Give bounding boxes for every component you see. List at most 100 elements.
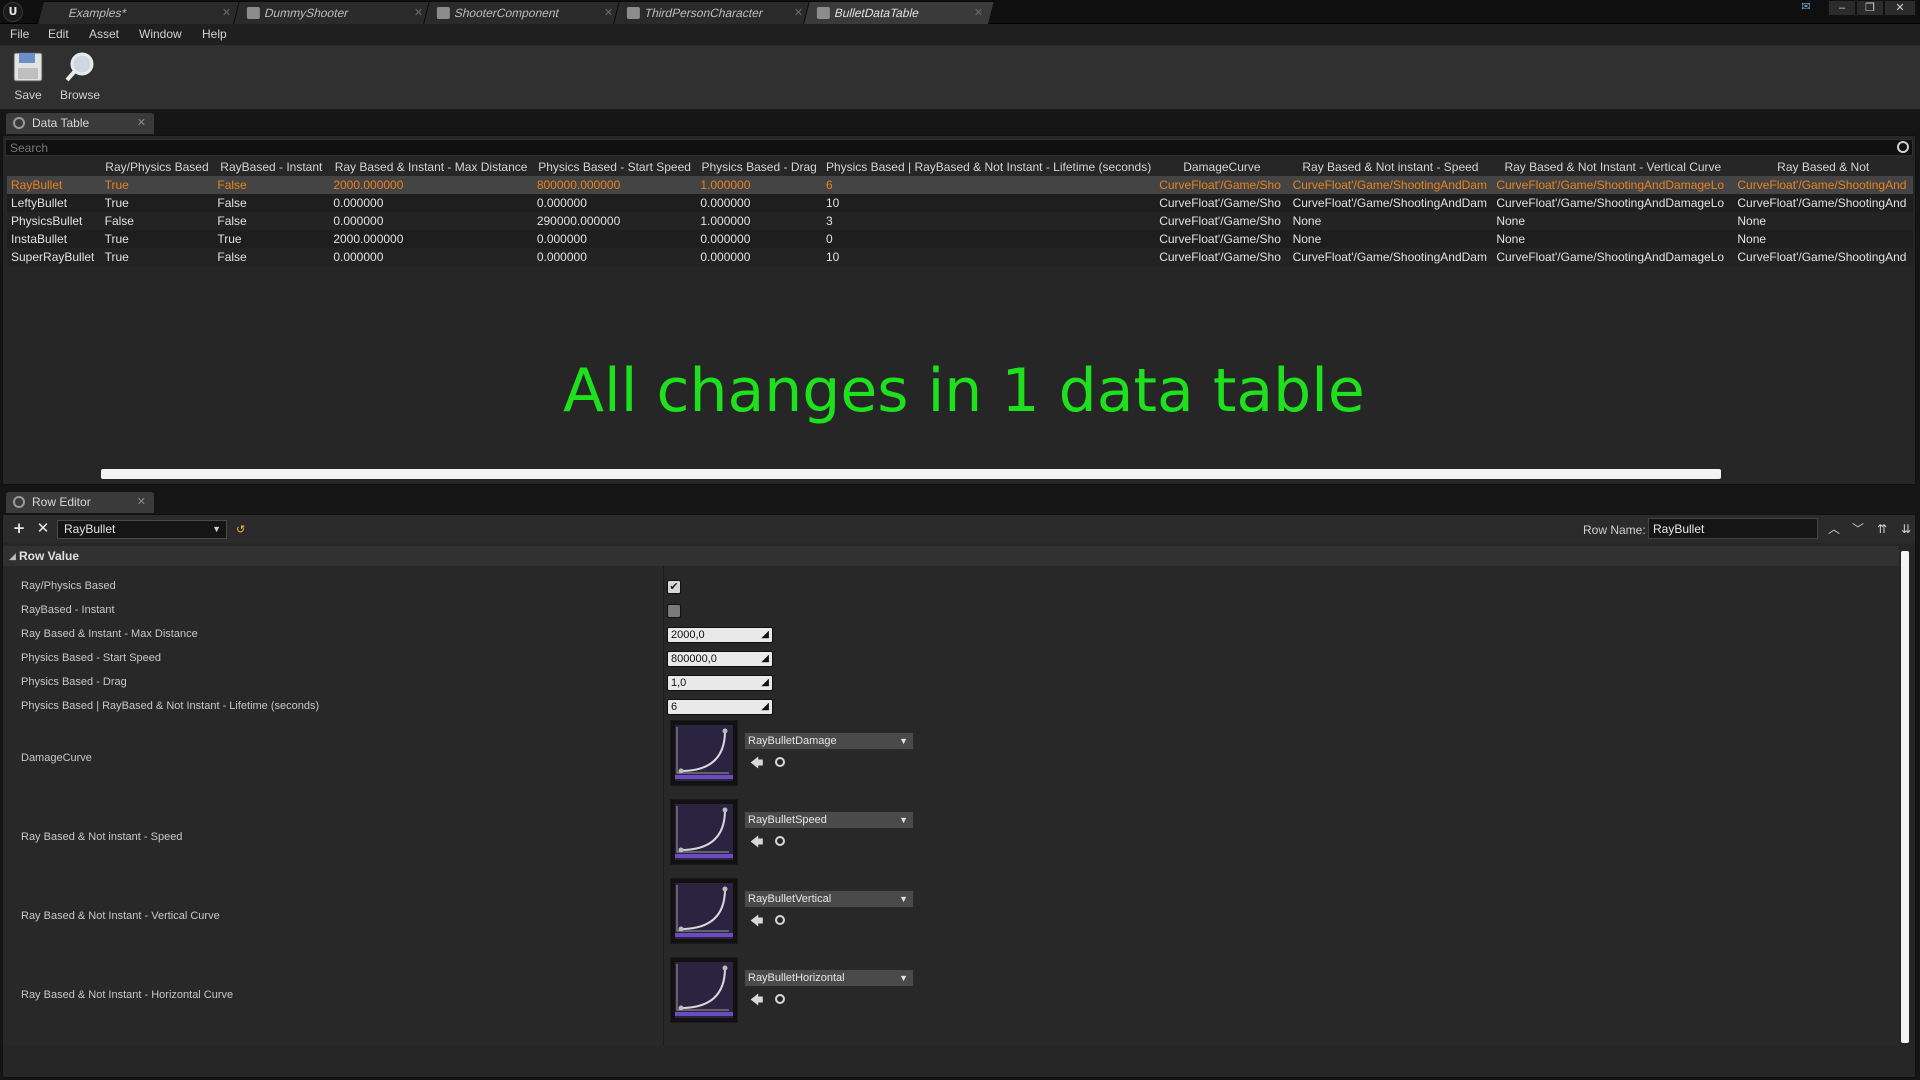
table-cell[interactable]: False bbox=[100, 212, 214, 230]
table-cell[interactable]: CurveFloat'/Game/ShootingAnd bbox=[1733, 248, 1913, 266]
menu-window[interactable]: Window bbox=[139, 27, 182, 41]
search-input[interactable] bbox=[10, 140, 1880, 155]
table-cell[interactable]: True bbox=[100, 176, 214, 194]
minimize-button[interactable]: – bbox=[1828, 0, 1856, 16]
menu-file[interactable]: File bbox=[10, 27, 29, 41]
doc-tab-dummyshooter[interactable]: DummyShooter ✕ bbox=[233, 1, 435, 24]
row-select-dropdown[interactable]: RayBullet ▼ bbox=[57, 520, 227, 539]
column-header[interactable]: Physics Based - Drag bbox=[696, 158, 822, 176]
table-cell[interactable]: None bbox=[1288, 230, 1493, 248]
add-row-icon[interactable]: + bbox=[11, 520, 27, 536]
table-cell[interactable]: 2000.000000 bbox=[329, 176, 533, 194]
row-name-column-header[interactable] bbox=[7, 158, 101, 176]
restore-button[interactable]: ❐ bbox=[1856, 0, 1884, 16]
menu-edit[interactable]: Edit bbox=[48, 27, 69, 41]
use-selected-arrow-icon[interactable]: 🡄 bbox=[750, 912, 763, 934]
table-cell[interactable]: False bbox=[213, 248, 330, 266]
table-row[interactable]: SuperRayBullet True False 0.000000 0.000000 0… bbox=[7, 248, 1913, 266]
close-icon[interactable]: ✕ bbox=[414, 2, 423, 24]
row-name-cell[interactable]: PhysicsBullet bbox=[7, 212, 101, 230]
spin-icon[interactable]: ◢ bbox=[761, 676, 769, 690]
column-header[interactable]: Ray Based & Not Instant - Vertical Curve bbox=[1492, 158, 1734, 176]
browse-search-icon[interactable] bbox=[775, 915, 785, 925]
close-icon[interactable]: ✕ bbox=[604, 2, 613, 24]
table-cell[interactable]: 10 bbox=[821, 248, 1156, 266]
table-cell[interactable]: 0.000000 bbox=[532, 230, 697, 248]
browse-search-icon[interactable] bbox=[775, 757, 785, 767]
table-cell[interactable]: 1.000000 bbox=[696, 212, 822, 230]
close-icon[interactable]: ✕ bbox=[137, 492, 146, 512]
table-cell[interactable]: False bbox=[213, 194, 330, 212]
table-cell[interactable]: 0.000000 bbox=[696, 194, 822, 212]
table-cell[interactable]: 0.000000 bbox=[696, 230, 822, 248]
table-row[interactable]: PhysicsBullet False False 0.000000 290000.00… bbox=[7, 212, 1913, 230]
table-cell[interactable]: True bbox=[100, 248, 214, 266]
column-header[interactable]: Ray/Physics Based bbox=[100, 158, 214, 176]
table-cell[interactable]: CurveFloat'/Game/Sho bbox=[1155, 230, 1289, 248]
curve-thumbnail[interactable] bbox=[670, 878, 738, 944]
table-row[interactable]: RayBullet True False 2000.000000 800000.0000… bbox=[7, 176, 1913, 194]
table-cell[interactable]: CurveFloat'/Game/ShootingAndDamageLo bbox=[1492, 176, 1734, 194]
save-button[interactable]: Save bbox=[4, 48, 52, 106]
use-selected-arrow-icon[interactable]: 🡄 bbox=[750, 991, 763, 1013]
table-cell[interactable]: CurveFloat'/Game/ShootingAnd bbox=[1733, 176, 1913, 194]
table-cell[interactable]: None bbox=[1492, 230, 1734, 248]
column-header[interactable]: Ray Based & Not instant - Speed bbox=[1288, 158, 1493, 176]
start-speed-field[interactable]: 800000,0 ◢ bbox=[667, 651, 773, 667]
unreal-logo-icon[interactable]: U bbox=[3, 2, 23, 22]
row-name-input[interactable] bbox=[1648, 518, 1818, 539]
table-cell[interactable]: 1.000000 bbox=[696, 176, 822, 194]
table-cell[interactable]: 0.000000 bbox=[696, 248, 822, 266]
spin-icon[interactable]: ◢ bbox=[761, 652, 769, 666]
table-row[interactable]: LeftyBullet True False 0.000000 0.000000 0.00… bbox=[7, 194, 1913, 212]
table-cell[interactable]: True bbox=[213, 230, 330, 248]
reset-icon[interactable]: ↺ bbox=[236, 523, 245, 536]
row-name-cell[interactable]: RayBullet bbox=[7, 176, 101, 194]
double-chevron-down-icon[interactable]: ⇊ bbox=[1898, 521, 1914, 537]
table-cell[interactable]: CurveFloat'/Game/Sho bbox=[1155, 248, 1289, 266]
curve-thumbnail[interactable] bbox=[670, 799, 738, 865]
vertical-curve-asset-picker[interactable]: RayBulletVertical ▼ bbox=[744, 890, 914, 908]
horizontal-scrollbar[interactable] bbox=[101, 469, 1721, 479]
table-cell[interactable]: 10 bbox=[821, 194, 1156, 212]
menu-help[interactable]: Help bbox=[202, 27, 227, 41]
table-cell[interactable]: CurveFloat'/Game/Sho bbox=[1155, 194, 1289, 212]
tab-row-editor[interactable]: Row Editor ✕ bbox=[6, 492, 154, 513]
close-icon[interactable]: ✕ bbox=[794, 2, 803, 24]
doc-tab-examples[interactable]: Examples* ✕ bbox=[37, 1, 243, 24]
column-divider[interactable] bbox=[663, 566, 664, 1046]
table-cell[interactable]: CurveFloat'/Game/Sho bbox=[1155, 212, 1289, 230]
damage-curve-asset-picker[interactable]: RayBulletDamage ▼ bbox=[744, 732, 914, 750]
column-header[interactable]: Ray Based & Not bbox=[1733, 158, 1913, 176]
table-row[interactable]: InstaBullet True True 2000.000000 0.000000 0.… bbox=[7, 230, 1913, 248]
column-header[interactable]: Physics Based - Start Speed bbox=[532, 158, 697, 176]
close-icon[interactable]: ✕ bbox=[974, 2, 983, 24]
drag-field[interactable]: 1,0 ◢ bbox=[667, 675, 773, 691]
spin-icon[interactable]: ◢ bbox=[761, 700, 769, 714]
table-cell[interactable]: CurveFloat'/Game/ShootingAndDamageLo bbox=[1492, 194, 1734, 212]
table-cell[interactable]: 0.000000 bbox=[329, 212, 533, 230]
chevron-down-icon[interactable]: ﹀ bbox=[1850, 521, 1866, 537]
menu-asset[interactable]: Asset bbox=[89, 27, 119, 41]
column-header[interactable]: Ray Based & Instant - Max Distance bbox=[329, 158, 533, 176]
max-distance-field[interactable]: 2000,0 ◢ bbox=[667, 627, 773, 643]
use-selected-arrow-icon[interactable]: 🡄 bbox=[750, 754, 763, 776]
row-name-cell[interactable]: LeftyBullet bbox=[7, 194, 101, 212]
row-name-cell[interactable]: InstaBullet bbox=[7, 230, 101, 248]
table-cell[interactable]: 0.000000 bbox=[532, 248, 697, 266]
row-value-section-header[interactable]: ◢ Row Value bbox=[3, 546, 1899, 566]
curve-thumbnail[interactable] bbox=[670, 720, 738, 786]
curve-thumbnail[interactable] bbox=[670, 957, 738, 1023]
doc-tab-bulletdatatable[interactable]: BulletDataTable ✕ bbox=[803, 1, 995, 24]
table-cell[interactable]: None bbox=[1733, 230, 1913, 248]
table-cell[interactable]: CurveFloat'/Game/ShootingAnd bbox=[1733, 194, 1913, 212]
table-cell[interactable]: 800000.000000 bbox=[532, 176, 697, 194]
column-header[interactable]: DamageCurve bbox=[1155, 158, 1289, 176]
search-icon[interactable] bbox=[1897, 141, 1909, 153]
browse-search-icon[interactable] bbox=[775, 994, 785, 1004]
browse-button[interactable]: Browse bbox=[56, 48, 104, 106]
table-cell[interactable]: 2000.000000 bbox=[329, 230, 533, 248]
table-cell[interactable]: False bbox=[213, 212, 330, 230]
table-cell[interactable]: 0 bbox=[821, 230, 1156, 248]
table-cell[interactable]: False bbox=[213, 176, 330, 194]
